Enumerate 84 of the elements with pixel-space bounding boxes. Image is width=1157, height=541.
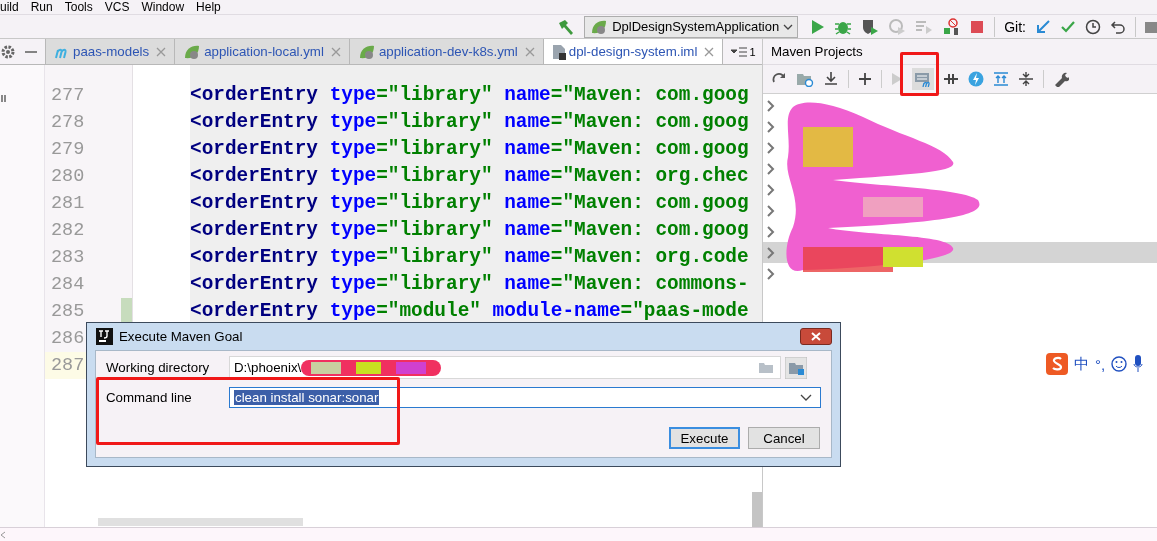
spring-leaf-icon <box>357 43 376 60</box>
chevron-right-icon[interactable] <box>767 183 775 196</box>
line-number: 281 <box>50 193 85 215</box>
command-line-combobox[interactable]: clean install sonar:sonar <box>229 387 821 408</box>
editor-tab[interactable]: dpl-design-system.iml <box>542 39 723 65</box>
chevron-down-icon <box>783 22 794 31</box>
spring-leaf-icon <box>590 18 609 35</box>
clock-icon[interactable] <box>1085 18 1101 35</box>
close-icon[interactable] <box>704 46 715 57</box>
lightning-icon[interactable] <box>968 71 984 88</box>
editor-tab[interactable]: paas-models <box>45 39 175 65</box>
settings-icon[interactable] <box>0 43 16 60</box>
field-label: Command line <box>106 390 193 405</box>
download-icon[interactable] <box>823 71 839 88</box>
hammer-icon[interactable] <box>557 17 576 36</box>
menu-item[interactable]: VCS <box>98 0 136 14</box>
line-number: 278 <box>50 112 85 134</box>
expand-all-icon[interactable] <box>993 71 1009 88</box>
field-label: Working directory <box>106 360 211 375</box>
maven-goal-icon[interactable] <box>914 71 932 88</box>
chevron-right-icon[interactable] <box>767 120 775 133</box>
run-icon[interactable] <box>811 18 826 35</box>
close-icon <box>811 332 821 341</box>
stop-icon[interactable] <box>969 18 986 35</box>
ime-logo-icon[interactable] <box>1046 353 1068 375</box>
tab-list-icon[interactable] <box>731 46 748 57</box>
git-label: Git: <box>1004 18 1026 35</box>
line-number: 283 <box>50 247 85 269</box>
line-number: 282 <box>50 220 85 242</box>
menu-item[interactable]: uild <box>0 0 25 14</box>
chevron-right-icon[interactable] <box>767 225 775 238</box>
menu-item[interactable]: Tools <box>58 0 99 14</box>
scrollbar-thumb[interactable] <box>752 492 762 528</box>
arrow-down-left-icon[interactable] <box>1035 18 1051 35</box>
scrollbar-thumb[interactable] <box>98 518 303 527</box>
chevron-down-icon[interactable] <box>800 393 812 402</box>
line-number: 286 <box>50 328 85 350</box>
line-number: 287 <box>50 355 85 377</box>
chevron-right-icon[interactable] <box>767 204 775 217</box>
close-icon[interactable] <box>524 46 535 57</box>
close-icon[interactable] <box>156 46 167 57</box>
chevron-right-icon[interactable] <box>767 162 775 175</box>
chevron-left-icon[interactable] <box>0 530 6 539</box>
tab-count: 1 <box>749 45 756 58</box>
microphone-icon[interactable] <box>1133 355 1144 373</box>
wrench-icon[interactable] <box>1053 71 1069 88</box>
spring-leaf-icon <box>183 43 202 60</box>
field-value: D:\phoenix\ <box>234 360 302 375</box>
run-configuration-dropdown[interactable]: DplDesignSystemApplication <box>584 15 799 38</box>
chevron-right-icon[interactable] <box>767 141 775 154</box>
line-number: 284 <box>50 274 85 296</box>
panel-title: Maven Projects <box>771 44 863 60</box>
collapse-all-icon[interactable] <box>1018 71 1034 88</box>
chevron-right-icon[interactable] <box>767 246 775 259</box>
line-number: 277 <box>50 85 85 107</box>
ime-mode-label[interactable]: °, <box>1095 355 1106 373</box>
menu-item[interactable]: Window <box>135 0 191 14</box>
menu-item[interactable]: Help <box>190 0 227 14</box>
undo-icon[interactable] <box>1110 18 1126 35</box>
line-number: 285 <box>50 301 85 323</box>
line-number: 280 <box>50 166 85 188</box>
folder-refresh-icon[interactable] <box>796 71 814 88</box>
stop-debug-icon[interactable] <box>942 17 961 36</box>
ime-mode-label[interactable]: 中 <box>1074 354 1089 374</box>
dialog-button[interactable]: Cancel <box>748 427 820 449</box>
close-icon[interactable] <box>330 46 341 57</box>
file-icon <box>551 43 566 60</box>
shield-run-icon[interactable] <box>861 17 880 36</box>
folder-browse-icon[interactable] <box>785 356 807 379</box>
dialog-title: Execute Maven Goal <box>119 329 243 344</box>
chevron-right-icon[interactable] <box>767 99 775 112</box>
emoji-icon[interactable] <box>1111 356 1128 372</box>
editor-tab[interactable]: application-dev-k8s.yml <box>348 39 543 65</box>
intellij-logo-icon <box>96 328 113 345</box>
editor-tab[interactable]: application-local.yml <box>174 39 349 65</box>
run-icon[interactable] <box>891 72 903 87</box>
menu-item[interactable]: Run <box>24 0 59 14</box>
highlight-frame <box>900 52 939 96</box>
close-button[interactable] <box>800 328 832 345</box>
chevron-right-icon[interactable] <box>767 267 775 280</box>
line-number: 279 <box>50 139 85 161</box>
path-field[interactable]: D:\phoenix\ <box>229 356 781 379</box>
add-icon[interactable] <box>858 72 872 87</box>
dialog-button[interactable]: Execute <box>669 427 740 449</box>
